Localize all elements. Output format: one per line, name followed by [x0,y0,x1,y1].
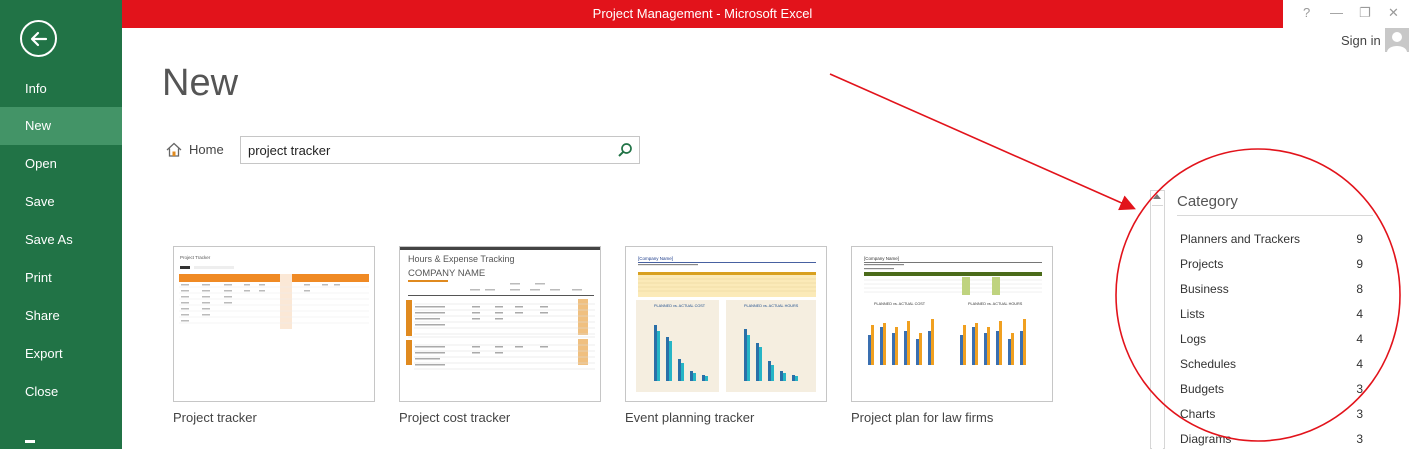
chart-a-title: PLANNED vs. ACTUAL COST [874,302,926,306]
category-item-diagrams[interactable]: Diagrams 3 [1180,432,1365,446]
category-heading: Category [1177,193,1238,210]
search-icon[interactable] [617,142,633,158]
close-window-button[interactable]: ✕ [1388,5,1399,21]
category-item-charts[interactable]: Charts 3 [1180,407,1365,421]
project-cost-tracker-preview: Hours & Expense Tracking COMPANY NAME [400,247,600,370]
category-label: Projects [1180,257,1224,271]
category-item-projects[interactable]: Projects 9 [1180,257,1365,271]
template-search-box [240,136,640,164]
template-label-project-cost-tracker[interactable]: Project cost tracker [399,410,510,425]
category-item-budgets[interactable]: Budgets 3 [1180,382,1365,396]
category-label: Business [1180,282,1229,296]
back-arrow-icon [30,31,47,46]
category-item-planners-trackers[interactable]: Planners and Trackers 9 [1180,232,1365,246]
template-thumbnail-project-cost-tracker[interactable]: Hours & Expense Tracking COMPANY NAME [399,246,601,402]
category-label: Planners and Trackers [1180,232,1301,246]
category-count: 8 [1356,282,1363,296]
backstage-sidebar: Info New Open Save Save As Print Share E… [0,0,122,449]
category-label: Schedules [1180,357,1237,371]
chart-b-title: PLANNED vs. ACTUAL HOURS [744,304,799,308]
category-label: Budgets [1180,382,1225,396]
category-divider [1177,215,1373,216]
window-title: Project Management - Microsoft Excel [122,0,1283,28]
page-title: New [162,62,239,104]
nav-account-fragment [25,440,35,443]
nav-open[interactable]: Open [0,145,122,183]
nav-export[interactable]: Export [0,335,122,373]
template-search-input[interactable] [241,137,601,163]
category-count: 3 [1356,382,1363,396]
template-label-event-planning-tracker[interactable]: Event planning tracker [625,410,754,425]
home-label: Home [189,142,224,157]
home-breadcrumb[interactable]: Home [166,142,224,157]
template-thumbnail-project-tracker[interactable]: Project Tracker [173,246,375,402]
thumb-company: COMPANY NAME [408,268,485,279]
thumb-title: Hours & Expense Tracking [408,254,515,264]
nav-save-as[interactable]: Save As [0,221,122,259]
category-item-lists[interactable]: Lists 4 [1180,307,1365,321]
category-scrollbar[interactable] [1150,190,1165,450]
category-item-logs[interactable]: Logs 4 [1180,332,1365,346]
scroll-up-arrow-icon[interactable] [1153,194,1161,199]
category-label: Logs [1180,332,1207,346]
category-label: Lists [1180,307,1205,321]
back-button[interactable] [20,20,57,57]
template-thumbnail-project-plan-law-firms[interactable]: [Company Name] PLANNED vs. ACTUAL COST P… [851,246,1053,402]
category-count: 3 [1356,407,1363,421]
category-count: 4 [1356,307,1363,321]
home-icon [166,142,182,157]
event-planning-tracker-preview: [Company Name] PLANNED vs. ACTUAL COST P… [636,256,816,392]
category-label: Diagrams [1180,432,1232,446]
annotation-arrow [829,73,1136,211]
restore-button[interactable]: ❐ [1359,5,1371,21]
template-label-project-tracker[interactable]: Project tracker [173,410,257,425]
template-thumbnail-event-planning-tracker[interactable]: [Company Name] PLANNED vs. ACTUAL COST P… [625,246,827,402]
nav-share[interactable]: Share [0,297,122,335]
category-count: 3 [1356,432,1363,446]
category-label: Charts [1180,407,1216,421]
help-button[interactable]: ? [1303,5,1310,20]
project-tracker-preview: Project Tracker [179,255,369,329]
thumb-title: Project Tracker [180,255,211,260]
category-count: 4 [1356,332,1363,346]
user-avatar-icon[interactable] [1385,28,1409,52]
category-count: 9 [1356,232,1363,246]
minimize-button[interactable]: — [1330,5,1343,20]
template-label-project-plan-law-firms[interactable]: Project plan for law firms [851,410,993,425]
chart-a-title: PLANNED vs. ACTUAL COST [654,304,706,308]
nav-new[interactable]: New [0,107,122,145]
nav-info[interactable]: Info [0,70,122,108]
nav-close[interactable]: Close [0,373,122,411]
category-count: 9 [1356,257,1363,271]
sign-in-link[interactable]: Sign in [1341,33,1381,48]
thumb-title: [Company Name] [864,256,899,261]
category-count: 4 [1356,357,1363,371]
scroll-thumb[interactable] [1152,205,1163,450]
chart-b-title: PLANNED vs. ACTUAL HOURS [968,302,1023,306]
category-item-business[interactable]: Business 8 [1180,282,1365,296]
nav-save[interactable]: Save [0,183,122,221]
project-plan-law-firms-preview: [Company Name] PLANNED vs. ACTUAL COST P… [860,256,1044,386]
thumb-title: [Company Name] [638,256,673,261]
category-item-schedules[interactable]: Schedules 4 [1180,357,1365,371]
nav-print[interactable]: Print [0,259,122,297]
